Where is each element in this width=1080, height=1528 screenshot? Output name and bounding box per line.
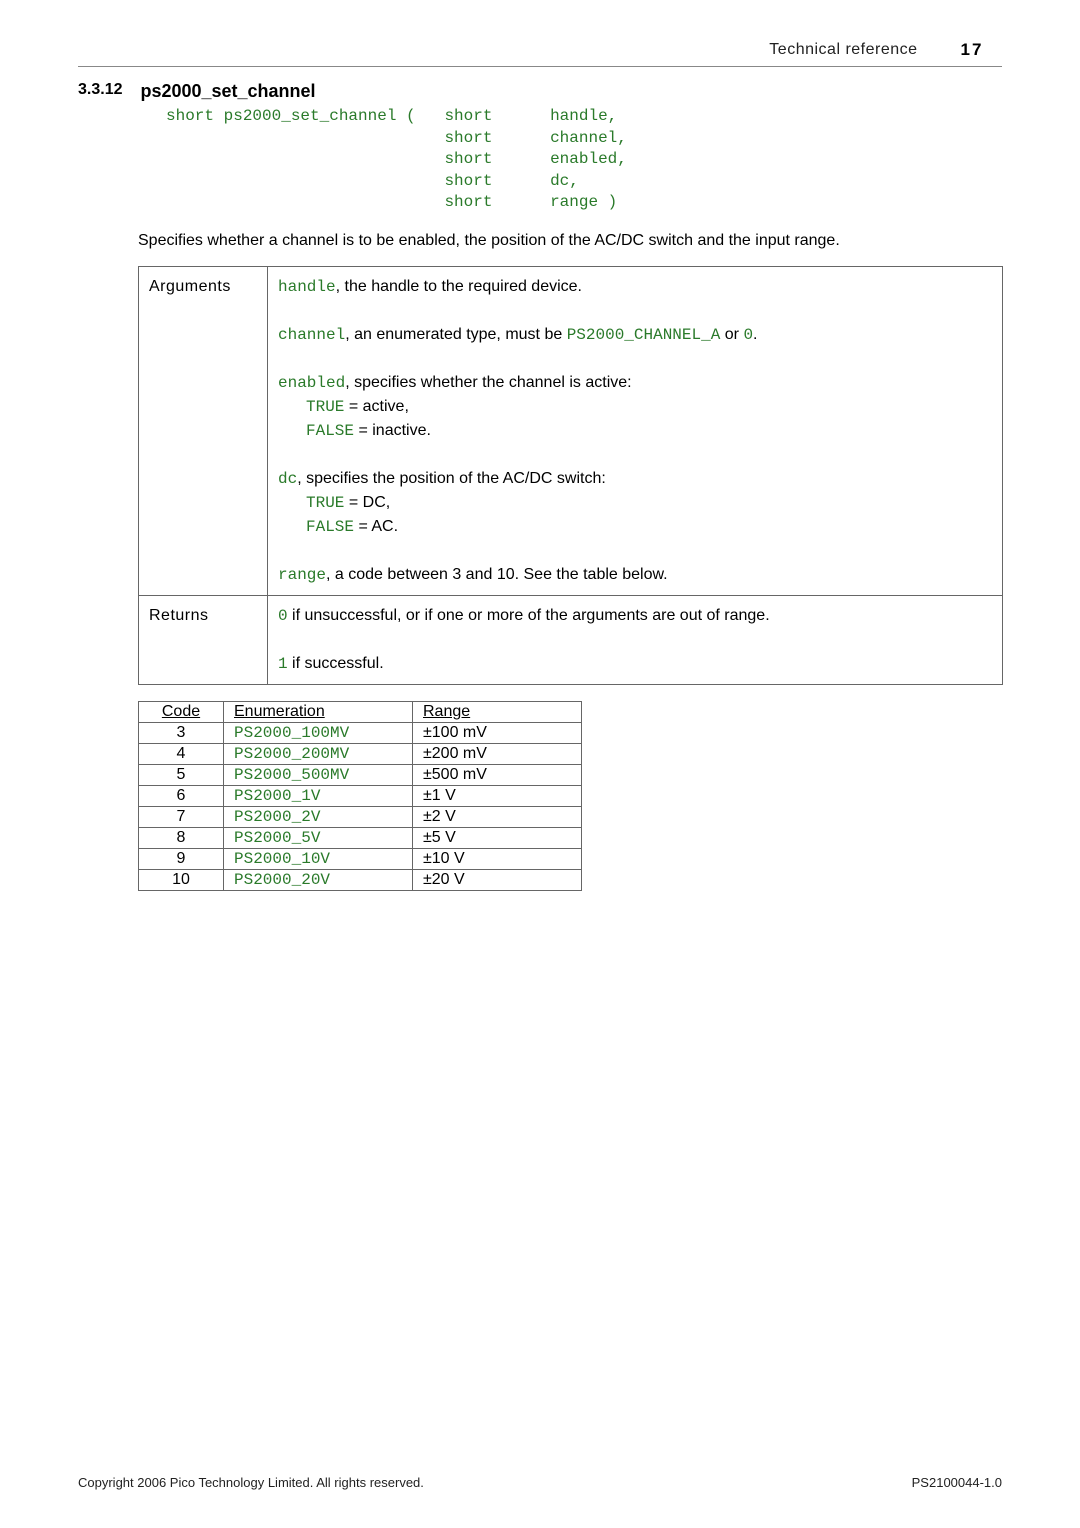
arg-enabled-desc: , specifies whether the channel is activ… <box>345 374 631 391</box>
arguments-returns-table: Arguments handle, the handle to the requ… <box>138 266 1003 685</box>
returns-label: Returns <box>139 595 268 684</box>
returns-row: Returns 0 if unsuccessful, or if one or … <box>139 595 1003 684</box>
range-enum-cell: PS2000_2V <box>224 806 413 827</box>
range-code-cell: 9 <box>139 848 224 869</box>
arg-dc-desc: , specifies the position of the AC/DC sw… <box>297 470 606 487</box>
section-number: 3.3.12 <box>78 81 136 99</box>
returns-zero: 0 <box>278 607 288 625</box>
section-heading: 3.3.12 ps2000_set_channel <box>78 81 1002 102</box>
range-table-row: 5 PS2000_500MV ±500 mV <box>139 764 582 785</box>
header-title: Technical reference <box>769 41 917 59</box>
footer-copyright: Copyright 2006 Pico Technology Limited. … <box>78 1475 424 1490</box>
range-enum-cell: PS2000_100MV <box>224 722 413 743</box>
arg-enabled-name: enabled <box>278 374 345 392</box>
range-range-cell: ±1 V <box>413 785 582 806</box>
arguments-cell: handle, the handle to the required devic… <box>268 266 1003 595</box>
arg-channel-name: channel <box>278 326 345 344</box>
range-enum-cell: PS2000_1V <box>224 785 413 806</box>
range-range-cell: ±500 mV <box>413 764 582 785</box>
arg-enabled-false-txt: = inactive. <box>354 422 431 439</box>
range-code-cell: 5 <box>139 764 224 785</box>
arg-channel-or: or <box>720 326 743 343</box>
returns-zero-desc: if unsuccessful, or if one or more of th… <box>288 607 770 624</box>
function-signature-code: short ps2000_set_channel ( short handle,… <box>166 106 1002 214</box>
arg-channel-code: PS2000_CHANNEL_A <box>567 326 721 344</box>
arg-dc-name: dc <box>278 470 297 488</box>
range-header-code: Code <box>139 701 224 722</box>
range-enum-cell: PS2000_5V <box>224 827 413 848</box>
range-range-cell: ±10 V <box>413 848 582 869</box>
arg-dc-false-code: FALSE <box>306 518 354 536</box>
page-header: Technical reference 17 <box>78 40 1002 67</box>
range-table-row: 4 PS2000_200MV ±200 mV <box>139 743 582 764</box>
range-enum-cell: PS2000_20V <box>224 869 413 890</box>
arg-dc-true-code: TRUE <box>306 494 344 512</box>
range-range-cell: ±2 V <box>413 806 582 827</box>
range-code-cell: 8 <box>139 827 224 848</box>
returns-cell: 0 if unsuccessful, or if one or more of … <box>268 595 1003 684</box>
arg-range-name: range <box>278 566 326 584</box>
page-footer: Copyright 2006 Pico Technology Limited. … <box>78 1475 1002 1490</box>
arg-range-desc: , a code between 3 and 10. See the table… <box>326 566 668 583</box>
intro-paragraph: Specifies whether a channel is to be ena… <box>138 230 1002 252</box>
arg-enabled-true-code: TRUE <box>306 398 344 416</box>
arg-dc-true-txt: = DC, <box>344 494 390 511</box>
header-page-number: 17 <box>961 40 984 59</box>
arguments-row: Arguments handle, the handle to the requ… <box>139 266 1003 595</box>
range-code-cell: 4 <box>139 743 224 764</box>
range-table-row: 10 PS2000_20V ±20 V <box>139 869 582 890</box>
range-code-cell: 3 <box>139 722 224 743</box>
range-table-row: 3 PS2000_100MV ±100 mV <box>139 722 582 743</box>
range-header-range: Range <box>413 701 582 722</box>
range-enum-cell: PS2000_10V <box>224 848 413 869</box>
arg-channel-mid: , an enumerated type, must be <box>345 326 566 343</box>
range-range-cell: ±100 mV <box>413 722 582 743</box>
range-enum-cell: PS2000_200MV <box>224 743 413 764</box>
range-header-enum: Enumeration <box>224 701 413 722</box>
range-code-cell: 10 <box>139 869 224 890</box>
range-code-table: Code Enumeration Range 3 PS2000_100MV ±1… <box>138 701 582 891</box>
range-table-row: 7 PS2000_2V ±2 V <box>139 806 582 827</box>
header-page-box: 17 <box>942 40 1002 60</box>
range-range-cell: ±200 mV <box>413 743 582 764</box>
arg-enabled-false-code: FALSE <box>306 422 354 440</box>
range-range-cell: ±5 V <box>413 827 582 848</box>
section-title: ps2000_set_channel <box>140 81 315 101</box>
arg-dc-false-txt: = AC. <box>354 518 398 535</box>
range-range-cell: ±20 V <box>413 869 582 890</box>
arguments-label: Arguments <box>139 266 268 595</box>
returns-one: 1 <box>278 655 288 673</box>
arg-enabled-true-txt: = active, <box>344 398 408 415</box>
document-page: Technical reference 17 3.3.12 ps2000_set… <box>0 0 1080 1528</box>
range-table-row: 9 PS2000_10V ±10 V <box>139 848 582 869</box>
arg-handle-name: handle <box>278 278 336 296</box>
footer-docid: PS2100044-1.0 <box>912 1475 1002 1490</box>
range-table-header-row: Code Enumeration Range <box>139 701 582 722</box>
arg-handle-desc: , the handle to the required device. <box>336 278 582 295</box>
range-code-cell: 6 <box>139 785 224 806</box>
range-table-row: 8 PS2000_5V ±5 V <box>139 827 582 848</box>
arg-channel-zero: 0 <box>743 326 753 344</box>
range-enum-cell: PS2000_500MV <box>224 764 413 785</box>
range-table-row: 6 PS2000_1V ±1 V <box>139 785 582 806</box>
returns-one-desc: if successful. <box>288 655 384 672</box>
range-code-cell: 7 <box>139 806 224 827</box>
